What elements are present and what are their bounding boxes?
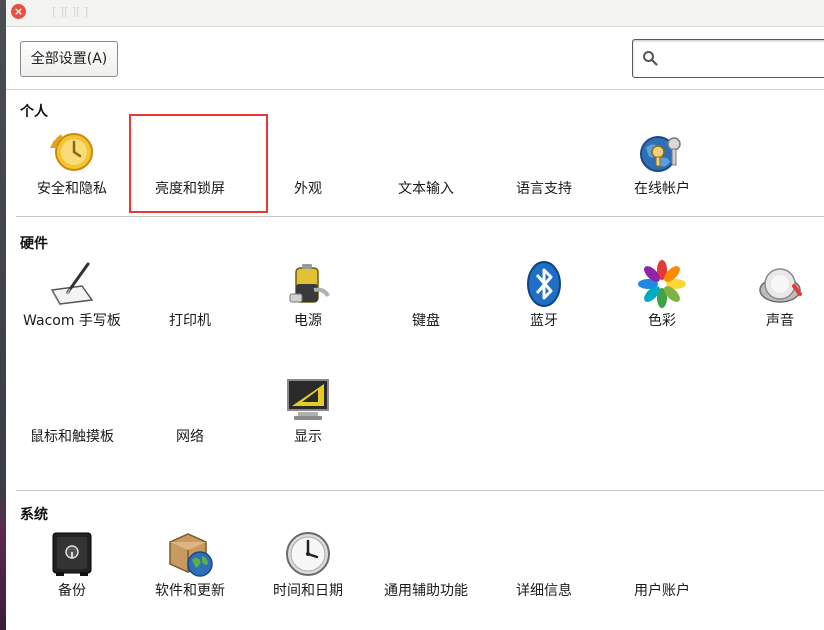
item-network[interactable]: 网络 xyxy=(131,376,249,456)
search-icon xyxy=(643,51,658,66)
language-support-icon xyxy=(520,128,568,176)
item-color[interactable]: 色彩 xyxy=(603,260,721,356)
search-field[interactable] xyxy=(632,39,824,78)
details-icon xyxy=(520,530,568,578)
desktop-edge xyxy=(0,0,6,630)
item-label: 文本输入 xyxy=(398,181,454,197)
section-title-hardware: 硬件 xyxy=(20,236,48,252)
window-titlebar: × [ ][ ][ ] xyxy=(6,0,824,27)
item-universal-access[interactable]: 通用辅助功能 xyxy=(367,530,485,610)
item-label: Wacom 手写板 xyxy=(23,313,121,329)
item-display[interactable]: 显示 xyxy=(249,376,367,456)
mouse-touchpad-icon xyxy=(48,376,96,424)
item-label: 通用辅助功能 xyxy=(384,583,468,599)
item-time-date[interactable]: 时间和日期 xyxy=(249,530,367,610)
item-backup[interactable]: 备份 xyxy=(13,530,131,610)
bluetooth-icon xyxy=(527,261,561,307)
item-label: 在线帐户 xyxy=(634,181,690,197)
item-label: 时间和日期 xyxy=(273,583,343,599)
item-bluetooth[interactable]: 蓝牙 xyxy=(485,260,603,356)
section-title-system: 系统 xyxy=(20,507,48,523)
section-divider xyxy=(16,490,824,491)
network-icon xyxy=(166,376,214,424)
section-title-personal: 个人 xyxy=(20,104,48,120)
section-divider xyxy=(16,216,824,217)
item-keyboard[interactable]: 键盘 xyxy=(367,260,485,356)
universal-access-icon xyxy=(402,530,450,578)
item-language-support[interactable]: 语言支持 xyxy=(485,128,603,208)
search-input[interactable] xyxy=(667,46,821,72)
item-label: 打印机 xyxy=(169,313,211,329)
item-wacom-tablet[interactable]: Wacom 手写板 xyxy=(13,260,131,356)
item-power[interactable]: 电源 xyxy=(249,260,367,356)
text-entry-icon xyxy=(402,128,450,176)
item-security-privacy[interactable]: 安全和隐私 xyxy=(13,128,131,208)
item-details[interactable]: 详细信息 xyxy=(485,530,603,610)
item-label: 色彩 xyxy=(648,313,676,329)
sound-icon xyxy=(759,268,802,303)
wacom-tablet-icon xyxy=(50,262,94,306)
item-software-updates[interactable]: 软件和更新 xyxy=(131,530,249,610)
item-mouse-touchpad[interactable]: 鼠标和触摸板 xyxy=(13,376,131,456)
window-title: [ ][ ][ ] xyxy=(52,5,89,18)
item-sound[interactable]: 声音 xyxy=(721,260,824,356)
item-label: 声音 xyxy=(766,313,794,329)
time-date-icon xyxy=(286,532,330,576)
item-online-accounts[interactable]: 在线帐户 xyxy=(603,128,721,208)
item-label: 安全和隐私 xyxy=(37,181,107,197)
item-label: 键盘 xyxy=(412,313,440,329)
software-updates-icon xyxy=(169,533,213,577)
security-privacy-icon xyxy=(50,133,93,171)
item-printer[interactable]: 打印机 xyxy=(131,260,249,356)
item-label: 蓝牙 xyxy=(530,313,558,329)
toolbar: 全部设置(A) xyxy=(6,27,824,90)
online-accounts-icon xyxy=(640,136,681,172)
item-label: 备份 xyxy=(58,583,86,599)
close-button[interactable]: × xyxy=(11,4,26,19)
user-accounts-icon xyxy=(638,530,686,578)
highlight-annotation xyxy=(129,114,268,213)
item-label: 用户账户 xyxy=(634,583,690,599)
all-settings-button[interactable]: 全部设置(A) xyxy=(20,41,118,77)
power-icon xyxy=(289,264,330,303)
item-text-entry[interactable]: 文本输入 xyxy=(367,128,485,208)
item-user-accounts[interactable]: 用户账户 xyxy=(603,530,721,610)
item-label: 语言支持 xyxy=(516,181,572,197)
backup-icon xyxy=(52,532,92,576)
printer-icon xyxy=(166,260,214,308)
appearance-icon xyxy=(284,128,332,176)
item-label: 详细信息 xyxy=(516,583,572,599)
item-label: 显示 xyxy=(294,429,322,445)
item-label: 鼠标和触摸板 xyxy=(30,429,114,445)
item-label: 网络 xyxy=(176,429,204,445)
color-icon xyxy=(638,260,686,308)
item-label: 电源 xyxy=(294,313,322,329)
display-icon xyxy=(287,379,329,420)
keyboard-icon xyxy=(402,260,450,308)
item-label: 软件和更新 xyxy=(155,583,225,599)
